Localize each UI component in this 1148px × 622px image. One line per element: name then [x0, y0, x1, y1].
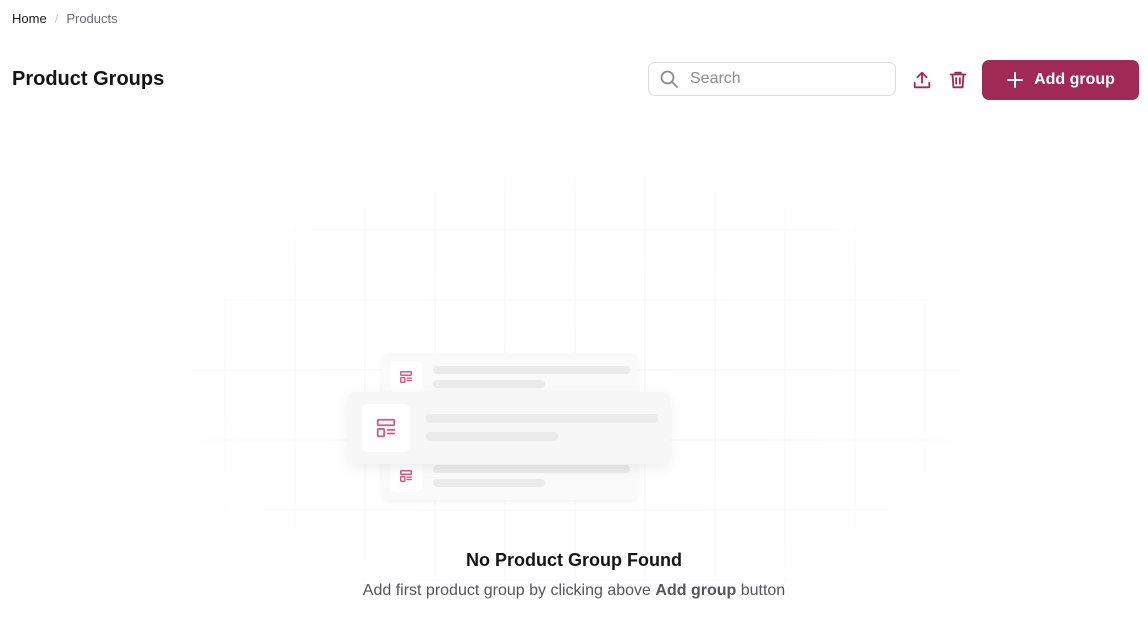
- add-group-label: Add group: [1034, 71, 1115, 88]
- empty-state-title: No Product Group Found: [466, 550, 682, 570]
- breadcrumb-current: Products: [66, 11, 118, 26]
- layout-template-icon: [362, 404, 410, 452]
- breadcrumb: Home / Products: [12, 11, 118, 26]
- empty-state-description-suffix: button: [736, 582, 786, 599]
- breadcrumb-separator: /: [54, 11, 59, 26]
- upload-icon: [913, 71, 931, 89]
- empty-state-description-text: Add first product group by clicking abov…: [362, 582, 656, 599]
- plus-icon: [1006, 71, 1024, 89]
- add-group-button[interactable]: Add group: [982, 60, 1139, 100]
- delete-button[interactable]: [946, 68, 970, 92]
- search-icon: [659, 69, 679, 89]
- placeholder-card-front: [348, 392, 670, 464]
- trash-icon: [949, 71, 967, 89]
- empty-state-description-emphasis: Add group: [655, 582, 737, 599]
- layout-template-icon: [390, 460, 422, 492]
- search-box[interactable]: [648, 62, 896, 96]
- breadcrumb-home-link[interactable]: Home: [12, 11, 47, 26]
- page: Home / Products Product Groups Search Ad…: [0, 0, 1148, 622]
- upload-button[interactable]: [910, 68, 934, 92]
- page-title: Product Groups: [12, 68, 165, 90]
- empty-state-description: Add first product group by clicking abov…: [0, 582, 1148, 600]
- layout-template-icon: [390, 361, 422, 393]
- search-input[interactable]: [688, 69, 882, 89]
